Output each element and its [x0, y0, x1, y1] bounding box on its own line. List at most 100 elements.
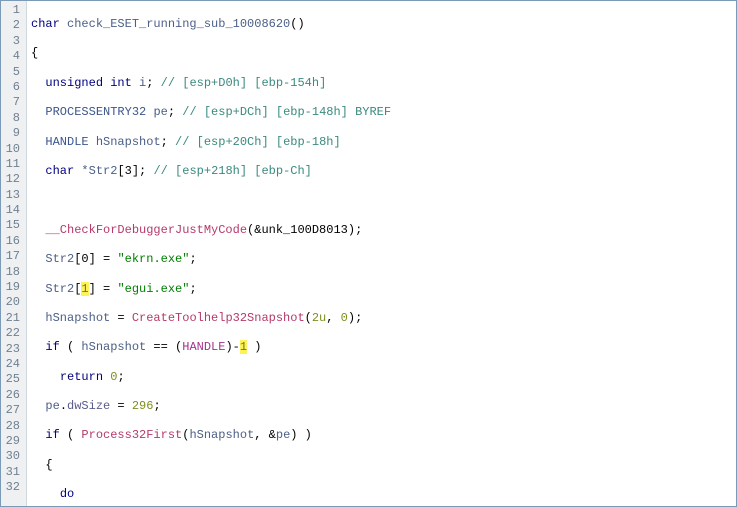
paren: ( [60, 340, 82, 354]
identifier: hSnapshot [189, 428, 254, 442]
line-number: 11 [5, 157, 20, 172]
line-number-gutter: 1 2 3 4 5 6 7 8 9 10 11 12 13 14 15 16 1… [1, 1, 27, 506]
code-text-area[interactable]: char check_ESET_running_sub_10008620() {… [27, 1, 736, 506]
dot: . [60, 399, 67, 413]
identifier: i [139, 76, 146, 90]
code-line[interactable]: char check_ESET_running_sub_10008620() [31, 17, 736, 32]
comma: , & [254, 428, 276, 442]
line-number: 20 [5, 295, 20, 310]
code-line[interactable]: hSnapshot = CreateToolhelp32Snapshot(2u,… [31, 311, 736, 326]
eq: = [110, 399, 132, 413]
string-literal: "ekrn.exe" [117, 252, 189, 266]
line-number: 8 [5, 111, 20, 126]
identifier: pe [276, 428, 290, 442]
number-hl: 1 [81, 282, 88, 296]
line-number: 29 [5, 434, 20, 449]
code-line[interactable]: { [31, 458, 736, 473]
array-size: [3] [117, 164, 139, 178]
paren: ( [60, 428, 82, 442]
line-number: 27 [5, 403, 20, 418]
code-editor: 1 2 3 4 5 6 7 8 9 10 11 12 13 14 15 16 1… [1, 1, 736, 506]
function-call: __CheckForDebuggerJustMyCode [45, 223, 247, 237]
brace: { [45, 458, 52, 472]
br: ] [89, 282, 96, 296]
op: == ( [146, 340, 182, 354]
line-number: 32 [5, 480, 20, 495]
code-line[interactable]: HANDLE hSnapshot; // [esp+20Ch] [ebp-18h… [31, 135, 736, 150]
line-number: 16 [5, 234, 20, 249]
keyword: char [31, 17, 60, 31]
line-number: 14 [5, 203, 20, 218]
identifier: hSnapshot [81, 340, 146, 354]
paren: ) [247, 340, 261, 354]
keyword: if [45, 428, 59, 442]
code-line[interactable]: PROCESSENTRY32 pe; // [esp+DCh] [ebp-148… [31, 105, 736, 120]
line-number: 3 [5, 34, 20, 49]
comment: // [esp+DCh] [ebp-148h] BYREF [182, 105, 391, 119]
line-number: 22 [5, 326, 20, 341]
comment: // [esp+20Ch] [ebp-18h] [175, 135, 341, 149]
line-number: 26 [5, 388, 20, 403]
string-literal: "egui.exe" [117, 282, 189, 296]
code-line[interactable]: { [31, 46, 736, 61]
code-line[interactable]: return 0; [31, 370, 736, 385]
line-number: 30 [5, 449, 20, 464]
paren: ); [348, 311, 362, 325]
paren: ( [305, 311, 312, 325]
paren: ) ) [290, 428, 312, 442]
keyword: unsigned int [45, 76, 131, 90]
line-number: 12 [5, 172, 20, 187]
code-line[interactable]: unsigned int i; // [esp+D0h] [ebp-154h] [31, 76, 736, 91]
identifier: hSnapshot [96, 135, 161, 149]
comma: , [326, 311, 340, 325]
identifier: Str2 [45, 282, 74, 296]
line-number: 21 [5, 311, 20, 326]
function-name: check_ESET_running_sub_10008620 [67, 17, 290, 31]
function-call: CreateToolhelp32Snapshot [132, 311, 305, 325]
line-number: 10 [5, 142, 20, 157]
line-number: 25 [5, 372, 20, 387]
line-number: 2 [5, 18, 20, 33]
close-cast: )- [225, 340, 239, 354]
code-line[interactable]: if ( Process32First(hSnapshot, &pe) ) [31, 428, 736, 443]
line-number: 13 [5, 188, 20, 203]
keyword: return [60, 370, 103, 384]
code-line[interactable]: do [31, 487, 736, 502]
line-number: 7 [5, 95, 20, 110]
semi: ; [189, 282, 196, 296]
parens: () [290, 17, 304, 31]
code-line[interactable]: __CheckForDebuggerJustMyCode(&unk_100D80… [31, 223, 736, 238]
code-line[interactable]: Str2[1] = "egui.exe"; [31, 282, 736, 297]
code-line[interactable]: if ( hSnapshot == (HANDLE)-1 ) [31, 340, 736, 355]
line-number: 15 [5, 218, 20, 233]
line-number: 1 [5, 3, 20, 18]
line-number: 28 [5, 419, 20, 434]
cast-type: HANDLE [182, 340, 225, 354]
index: [0] [74, 252, 96, 266]
line-number: 5 [5, 65, 20, 80]
line-number: 17 [5, 249, 20, 264]
line-number: 23 [5, 342, 20, 357]
line-number: 4 [5, 49, 20, 64]
function-call: Process32First [81, 428, 182, 442]
type: PROCESSENTRY32 [45, 105, 146, 119]
keyword: do [60, 487, 74, 501]
args: (&unk_100D8013); [247, 223, 362, 237]
brace: { [31, 46, 38, 60]
code-line[interactable]: char *Str2[3]; // [esp+218h] [ebp-Ch] [31, 164, 736, 179]
comment: // [esp+218h] [ebp-Ch] [153, 164, 311, 178]
identifier: Str2 [45, 252, 74, 266]
code-line[interactable]: pe.dwSize = 296; [31, 399, 736, 414]
eq: = [110, 311, 132, 325]
code-line[interactable]: Str2[0] = "ekrn.exe"; [31, 252, 736, 267]
eq: = [96, 282, 118, 296]
number: 296 [132, 399, 154, 413]
comment: // [esp+D0h] [ebp-154h] [161, 76, 327, 90]
line-number: 24 [5, 357, 20, 372]
type: HANDLE [45, 135, 88, 149]
code-line[interactable] [31, 193, 736, 208]
number: 2u [312, 311, 326, 325]
line-number: 6 [5, 80, 20, 95]
number-hl: 1 [240, 340, 247, 354]
eq: = [96, 252, 118, 266]
